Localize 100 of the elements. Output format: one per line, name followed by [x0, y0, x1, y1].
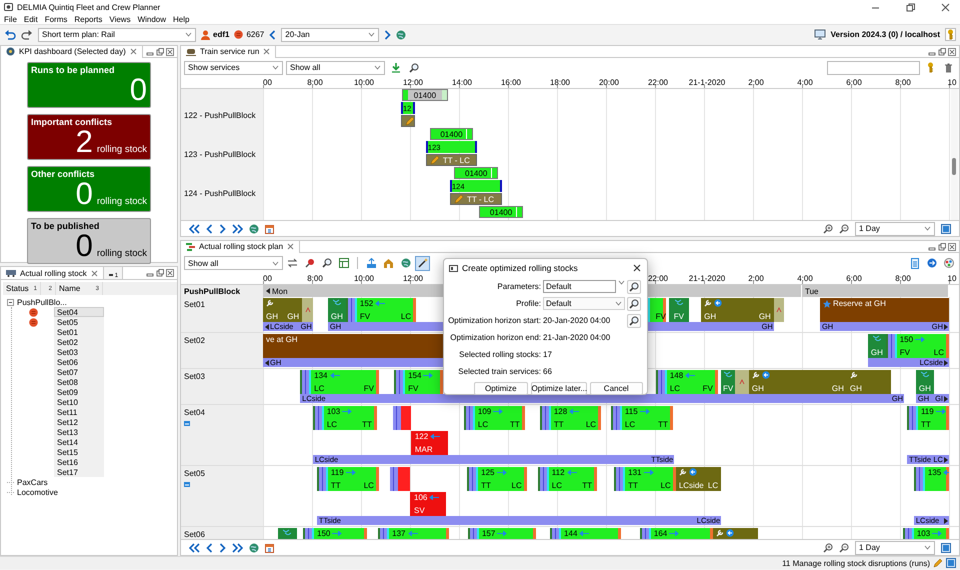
service-number: 148 — [670, 371, 684, 380]
destination-label: LC — [512, 481, 522, 490]
destination-label: TT — [658, 420, 668, 429]
conflict-code: MAR — [414, 445, 433, 454]
time-axis-label: 22:00 — [648, 274, 668, 283]
service-number: 128 — [554, 407, 568, 416]
location-label: GH — [870, 348, 883, 357]
service-number: 103 — [916, 529, 930, 538]
kpi-unit: rolling stock — [96, 248, 147, 261]
row-label: 123 - PushPullBlock — [184, 150, 256, 158]
service-number: 119 — [920, 407, 934, 416]
field-label: Optimization horizon end: — [449, 332, 541, 344]
time-axis-label: 2:00 — [748, 274, 764, 283]
origin-label: FV — [360, 312, 370, 321]
destination-label: LC — [364, 481, 374, 490]
origin-label: LC — [314, 384, 324, 393]
service-number: 164 — [654, 529, 668, 538]
location-label: FV — [674, 312, 684, 321]
time-axis-label: 00 — [263, 78, 272, 87]
destination-label: TT — [362, 420, 372, 429]
service-number: 115 — [624, 407, 638, 416]
destination-label: FV — [364, 384, 374, 393]
service-number: 137 — [392, 529, 406, 538]
location-label: GH — [330, 312, 343, 321]
service-number: 154 — [408, 371, 422, 380]
time-axis-label: 6:00 — [846, 274, 862, 283]
time-axis-label: 10:00 — [354, 274, 374, 283]
service-number: 131 — [628, 468, 642, 477]
destination-label: FV — [702, 384, 713, 393]
destination-label: LC — [660, 481, 671, 490]
location-label: FV — [722, 384, 734, 393]
time-axis-label: 16:00 — [500, 78, 522, 87]
origin-label: TT — [481, 481, 491, 490]
kpi-value: 2 — [76, 127, 93, 157]
field-label: Selected train services: — [457, 366, 541, 378]
service-number: 157 — [482, 529, 496, 538]
origin-label: TT — [330, 481, 341, 490]
origin-label: TT — [554, 420, 564, 429]
field-value: 20-Jan-2020 04:00 — [543, 316, 612, 325]
time-axis-label: 20:00 — [598, 78, 620, 87]
location-label: GH — [287, 312, 300, 321]
time-axis-label: 12:00 — [402, 274, 424, 283]
service-number: 122 — [414, 432, 428, 441]
time-axis-label: 10:00 — [354, 78, 374, 87]
destination-label: LC — [586, 420, 596, 429]
window-title: DELMIA Quintiq Fleet and Crew Planner — [17, 2, 160, 12]
service-number: 109 — [478, 407, 492, 416]
service-number: 119 — [330, 468, 344, 477]
service-number: 135 — [928, 468, 942, 477]
time-axis-label: 10 — [948, 78, 956, 87]
field-value: 21-Jan-2020 04:00 — [543, 333, 612, 342]
bar-label: 01400 — [440, 130, 463, 138]
time-axis-label: 18:00 — [550, 78, 570, 87]
conflict-code: SV — [414, 506, 425, 515]
origin-label: TT — [920, 420, 931, 429]
time-axis-label: 2:00 — [748, 78, 764, 87]
location-label: GH — [918, 384, 931, 393]
field-label: Selected rolling stocks: — [458, 349, 541, 361]
service-number: 134 — [314, 371, 328, 380]
bar-label: 01400 — [490, 208, 512, 216]
kpi-unit: rolling stock — [96, 144, 147, 157]
location-label: GH — [850, 384, 862, 393]
time-axis-label: 4:00 — [797, 274, 813, 283]
dialog-title: Create optimized rolling stocks — [462, 263, 578, 273]
kpi-value: 0 — [76, 179, 93, 209]
time-axis-label: 10 — [948, 274, 956, 283]
conflict-count: 6267 — [246, 30, 264, 39]
row-label: Set02 — [184, 336, 206, 345]
origin-label: LC — [552, 481, 562, 490]
kpi-title: Runs to be planned — [31, 65, 116, 75]
service-number: 150 — [900, 335, 914, 344]
field-label: Parameters: — [496, 281, 541, 293]
origin-label: TT — [628, 481, 638, 490]
service-number: 103 — [326, 407, 340, 416]
time-axis-label: 22:00 — [648, 78, 668, 87]
group-label: PushPullBlock — [184, 286, 240, 296]
time-axis-label: 8:00 — [307, 78, 323, 87]
row-label: Set03 — [184, 372, 206, 381]
time-axis-label: 14:00 — [452, 78, 472, 87]
time-axis-label: 00 — [263, 274, 272, 283]
origin-label: LC — [670, 384, 680, 393]
day-label: Tue — [805, 286, 818, 296]
bar-label: 01400 — [465, 168, 488, 178]
destination-label: TT — [582, 481, 592, 490]
service-number: 112 — [552, 468, 565, 477]
row-label: Set01 — [184, 300, 206, 309]
bar-label: TT - LC — [467, 194, 494, 204]
row-label: Set05 — [184, 469, 206, 478]
version-label: Version 2024.3 (0) / localhost — [830, 30, 940, 39]
field-value: 66 — [543, 367, 553, 376]
time-axis-label: 8:00 — [895, 78, 911, 87]
kpi-value: 0 — [76, 231, 93, 261]
field-label: Profile: — [515, 298, 541, 310]
origin-label: FV — [900, 348, 910, 357]
kpi-title: Other conflicts — [31, 169, 96, 179]
location-label: GH — [752, 384, 764, 393]
time-axis-label: 12:00 — [402, 78, 424, 87]
view-tab-label: Actual rolling stock — [20, 268, 87, 278]
origin-label: LC — [326, 420, 338, 429]
service-number: 152 — [360, 299, 374, 308]
